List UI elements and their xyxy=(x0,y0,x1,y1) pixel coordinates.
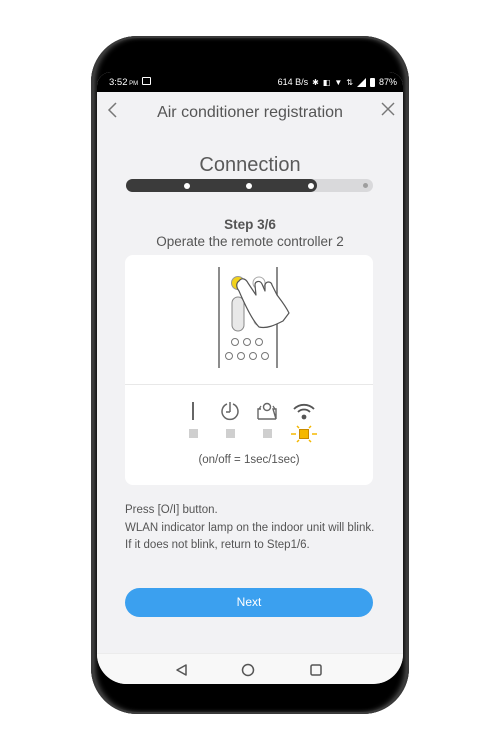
data-icon: ⇅ xyxy=(346,77,353,87)
vibrate-icon: ◧ xyxy=(322,77,331,87)
instructions: Press [O/I] button. WLAN indicator lamp … xyxy=(125,502,375,555)
progress-dot-pending xyxy=(363,183,368,188)
wlan-indicator xyxy=(291,401,317,445)
battery-level: 87% xyxy=(378,77,397,87)
hand-icon xyxy=(236,278,290,329)
instruction-line: If it does not blink, return to Step1/6. xyxy=(125,539,310,551)
signal-icon xyxy=(356,77,366,87)
page-title: Air conditioner registration xyxy=(157,104,343,121)
triangle-back-icon xyxy=(176,664,187,676)
timer-icon xyxy=(221,402,239,421)
filter-icon xyxy=(257,402,277,420)
progress-dot-complete xyxy=(184,182,190,189)
instruction-line: Press [O/I] button. xyxy=(125,504,218,516)
indicator-lamps xyxy=(125,385,373,455)
close-button[interactable] xyxy=(381,102,397,118)
circle-home-icon xyxy=(241,663,255,677)
app-header: Air conditioner registration xyxy=(97,92,403,132)
bluetooth-icon: ✱ xyxy=(312,77,319,87)
lamp-off xyxy=(188,429,198,438)
blink-caption: (on/off = 1sec/1sec) xyxy=(198,454,300,466)
progress-dot-complete xyxy=(246,182,252,189)
instruction-card: (on/off = 1sec/1sec) xyxy=(125,255,373,485)
nav-recents-button[interactable] xyxy=(309,663,323,682)
filter-indicator xyxy=(254,401,280,438)
step-number: Step 3/6 xyxy=(224,217,276,232)
navigation-bar xyxy=(97,653,403,684)
progress-fill xyxy=(126,179,317,192)
section-title: Connection xyxy=(199,154,301,176)
battery-icon xyxy=(369,77,375,87)
power-indicator xyxy=(180,401,206,438)
blinking-lamp xyxy=(291,425,317,443)
image-notification-icon xyxy=(142,77,151,85)
wifi-icon: ▼ xyxy=(334,77,343,87)
remote-illustration xyxy=(125,255,373,384)
status-bar: 3:52 PM 614 B/s ✱ ◧ ▼ ⇅ 87% xyxy=(97,72,403,92)
step-progress-bar xyxy=(126,179,373,192)
timer-indicator xyxy=(217,401,243,438)
close-icon xyxy=(381,102,395,116)
nav-back-button[interactable] xyxy=(175,663,189,682)
screen: 3:52 PM 614 B/s ✱ ◧ ▼ ⇅ 87% Air conditio… xyxy=(97,72,403,684)
lamp-off xyxy=(225,429,235,438)
square-recents-icon xyxy=(310,664,322,676)
instruction-line: WLAN indicator lamp on the indoor unit w… xyxy=(125,521,375,534)
next-button[interactable]: Next xyxy=(125,588,373,617)
progress-dot-complete xyxy=(308,182,314,189)
lamp-off xyxy=(262,429,272,438)
step-description: Operate the remote controller 2 xyxy=(156,234,344,249)
network-speed: 614 B/s xyxy=(277,77,309,87)
status-time: 3:52 PM xyxy=(109,77,139,88)
power-icon xyxy=(192,402,194,420)
nav-home-button[interactable] xyxy=(241,663,255,682)
wlan-icon xyxy=(293,403,315,420)
